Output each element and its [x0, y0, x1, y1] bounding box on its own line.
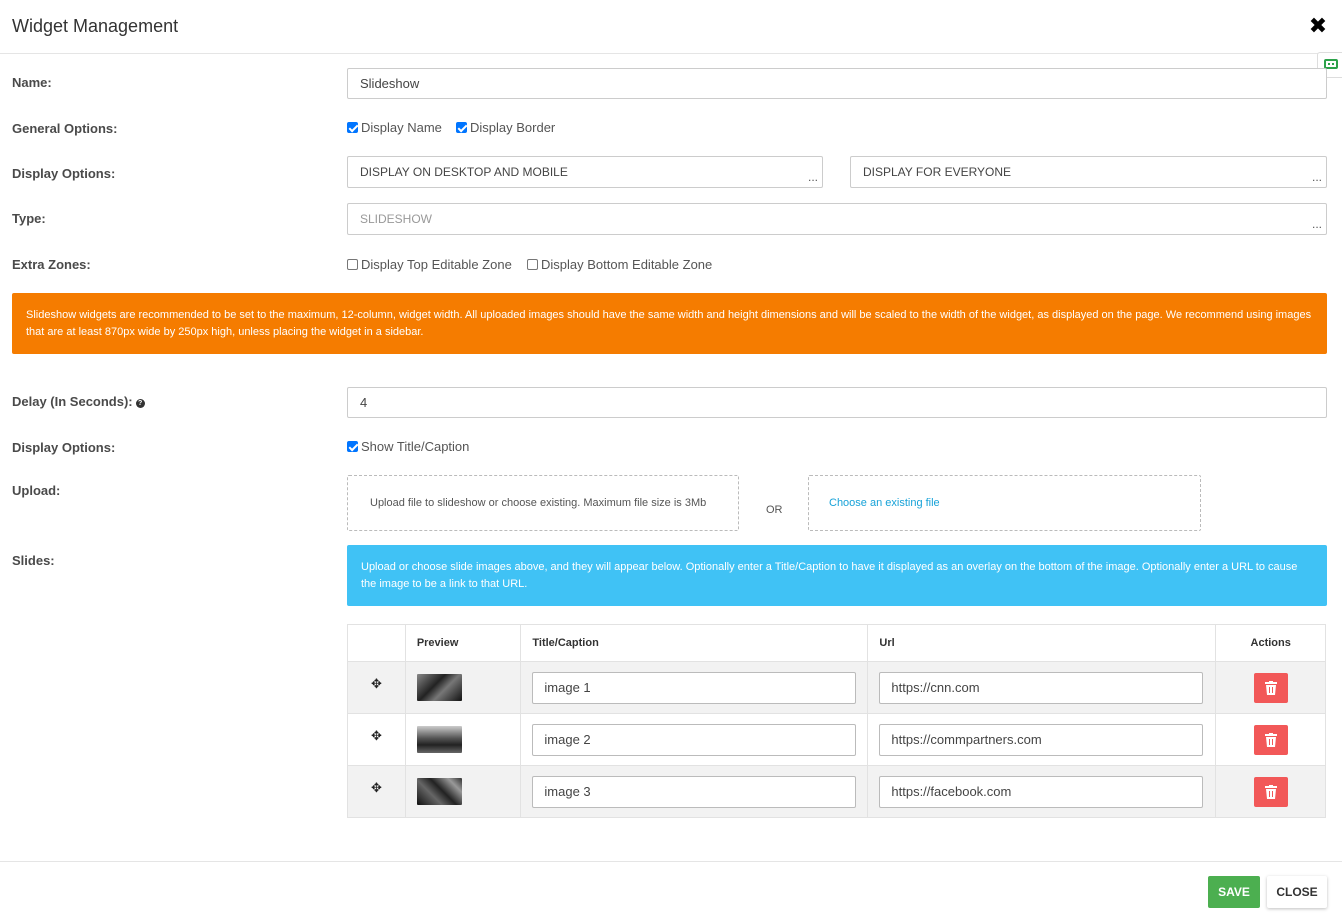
drag-handle-icon[interactable]: ✥	[369, 728, 383, 743]
choose-existing-zone[interactable]: Choose an existing file	[808, 475, 1201, 531]
table-header-row: Preview Title/Caption Url Actions	[347, 624, 1326, 662]
slide-thumbnail	[416, 726, 462, 753]
caption-input[interactable]: image 3	[532, 775, 857, 808]
audience-select-value: DISPLAY FOR EVERYONE	[863, 165, 1012, 179]
choose-existing-link[interactable]: Choose an existing file	[829, 497, 940, 509]
url-input[interactable]: https://commpartners.com	[879, 723, 1204, 756]
dialog-footer: SAVE CLOSE	[0, 861, 1342, 918]
delay-label-text: Delay (In Seconds):	[12, 394, 133, 409]
checkbox-checked[interactable]	[456, 122, 467, 133]
trash-icon	[1264, 732, 1277, 747]
show-caption-checkbox[interactable]: Show Title/Caption	[347, 439, 469, 454]
close-icon[interactable]: ✖	[1306, 14, 1330, 38]
more-icon[interactable]: ...	[1312, 167, 1322, 187]
device-select-value: DISPLAY ON DESKTOP AND MOBILE	[360, 165, 568, 179]
or-separator: OR	[766, 504, 783, 516]
display-name-label: Display Name	[361, 120, 442, 135]
bottom-zone-checkbox[interactable]: Display Bottom Editable Zone	[527, 257, 712, 272]
name-input[interactable]: Slideshow	[347, 68, 1327, 99]
checkbox-unchecked[interactable]	[347, 259, 358, 270]
upload-text: Upload file to slideshow or choose exist…	[370, 497, 707, 509]
title-header: Title/Caption	[520, 624, 869, 662]
save-button[interactable]: SAVE	[1208, 876, 1260, 908]
name-label: Name:	[12, 75, 52, 90]
delay-input[interactable]: 4	[347, 387, 1327, 418]
actions-header: Actions	[1215, 624, 1326, 662]
audience-select[interactable]: DISPLAY FOR EVERYONE ...	[850, 156, 1327, 188]
table-row: ✥ image 2 https://commpartners.com	[347, 713, 1326, 766]
table-row: ✥ image 3 https://facebook.com	[347, 765, 1326, 818]
delay-label: Delay (In Seconds):?	[12, 394, 145, 409]
slides-table: Preview Title/Caption Url Actions ✥ imag…	[347, 624, 1326, 818]
help-icon[interactable]: ?	[135, 399, 145, 408]
bottom-zone-label: Display Bottom Editable Zone	[541, 257, 713, 272]
top-zone-checkbox[interactable]: Display Top Editable Zone	[347, 257, 512, 272]
display-options-label: Display Options:	[12, 166, 116, 181]
dialog-title: Widget Management	[12, 16, 179, 36]
url-input[interactable]: https://cnn.com	[879, 671, 1204, 704]
slides-label: Slides:	[12, 553, 55, 568]
trash-icon	[1264, 784, 1277, 799]
dialog-header: Widget Management ✖	[0, 0, 1342, 54]
type-select-value: SLIDESHOW	[360, 212, 433, 226]
slide-thumbnail	[416, 778, 462, 805]
general-options-label: General Options:	[12, 121, 118, 136]
slide-thumbnail	[416, 674, 462, 701]
url-header: Url	[867, 624, 1217, 662]
checkbox-unchecked[interactable]	[527, 259, 538, 270]
delete-button[interactable]	[1253, 672, 1288, 703]
table-row: ✥ image 1 https://cnn.com	[347, 661, 1326, 714]
show-caption-label: Show Title/Caption	[361, 439, 470, 454]
drag-column-header	[347, 624, 406, 662]
delete-button[interactable]	[1253, 724, 1288, 755]
extra-zones-label: Extra Zones:	[12, 257, 91, 272]
preview-header: Preview	[404, 624, 522, 662]
display-border-checkbox[interactable]: Display Border	[456, 120, 555, 135]
slides-info-alert: Upload or choose slide images above, and…	[347, 545, 1327, 606]
delete-button[interactable]	[1253, 776, 1288, 807]
top-zone-label: Display Top Editable Zone	[361, 257, 512, 272]
url-input[interactable]: https://facebook.com	[879, 775, 1204, 808]
type-select: SLIDESHOW ...	[347, 203, 1327, 235]
trash-icon	[1264, 680, 1277, 695]
upload-label: Upload:	[12, 483, 61, 498]
type-label: Type:	[12, 211, 46, 226]
more-icon[interactable]: ...	[808, 167, 818, 187]
drag-handle-icon[interactable]: ✥	[369, 676, 383, 691]
device-select[interactable]: DISPLAY ON DESKTOP AND MOBILE ...	[347, 156, 823, 188]
display-border-label: Display Border	[470, 120, 556, 135]
drag-handle-icon[interactable]: ✥	[369, 780, 383, 795]
caption-input[interactable]: image 1	[532, 671, 857, 704]
upload-dropzone[interactable]: Upload file to slideshow or choose exist…	[347, 475, 739, 531]
more-icon: ...	[1311, 217, 1322, 231]
close-button[interactable]: CLOSE	[1267, 876, 1327, 908]
display-options-2-label: Display Options:	[12, 440, 116, 455]
checkbox-checked[interactable]	[347, 441, 358, 452]
caption-input[interactable]: image 2	[532, 723, 857, 756]
recommendation-alert: Slideshow widgets are recommended to be …	[12, 293, 1327, 354]
checkbox-checked[interactable]	[347, 122, 358, 133]
display-name-checkbox[interactable]: Display Name	[347, 120, 442, 135]
